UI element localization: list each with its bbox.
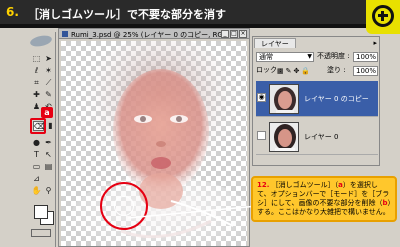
opacity-field[interactable]: 100% [353,52,378,62]
layer-thumbnail-art [270,123,298,151]
visibility-toggle[interactable] [257,131,266,140]
layer-thumbnail [269,122,299,152]
blend-mode-value: 通常 [259,53,273,61]
quick-mask-toggle[interactable] [31,229,51,237]
document-canvas[interactable] [61,41,247,246]
zoom-tool-icon[interactable]: ⚲ [43,186,54,196]
photoshop-doc-icon [62,31,68,37]
layer-name: レイヤー 0 [304,133,339,141]
instruction-callout: 12. ［消しゴムツール］（a）を選択して、オプションバーで［モード］を［ブラシ… [251,176,397,222]
step-number: 6. [6,5,19,19]
layer-row[interactable]: レイヤー 0 [256,119,378,155]
layer-thumbnail-art [270,85,298,113]
eye-icon[interactable]: ◉ [257,93,266,102]
instruction-banner: 6. ［消しゴムツール］で不要な部分を消す [0,0,400,28]
move-tool-icon[interactable]: ➤ [43,54,54,64]
portrait-photo [71,41,247,246]
gradient-tool-icon[interactable]: ▮ [45,121,56,131]
eraser-cursor [114,196,134,216]
opacity-value: 100% [356,53,377,61]
callout-number: 12. [257,181,270,189]
opacity-label: 不透明度 : [317,52,350,60]
path-selection-tool-icon[interactable]: ↖ [43,150,54,160]
minimize-icon[interactable]: _ [221,30,229,38]
layer-thumbnail [269,84,299,114]
marquee-tool-icon[interactable]: ⬚ [31,54,42,64]
pen-tool-icon[interactable]: ✒ [43,138,54,148]
magic-wand-tool-icon[interactable]: ✶ [43,66,54,76]
step-title: ［消しゴムツール］で不要な部分を消す [28,8,226,21]
hand-tool-icon[interactable]: ✋ [31,186,42,196]
healing-brush-tool-icon[interactable]: ✚ [31,90,42,100]
lock-icons[interactable]: ▦✎✥🔒 [277,67,312,75]
brush-tool-icon[interactable]: ✎ [43,90,54,100]
maximize-icon[interactable]: □ [230,30,238,38]
zoom-in-badge-icon [366,0,400,34]
chevron-down-icon: ▼ [307,53,312,60]
annotation-badge-a: a [41,107,53,118]
tab-layers[interactable]: レイヤー [254,38,296,48]
lasso-tool-icon[interactable]: ℓ [31,66,42,76]
eraser-tool-highlight [30,118,46,134]
blend-mode-select[interactable]: 通常 ▼ [256,52,314,62]
layers-panel: レイヤー ▸ 通常 ▼ 不透明度 : 100% ロック : ▦✎✥🔒 塗り : … [252,36,380,166]
document-window: Rumi_3.psd @ 25% (レイヤー 0 のコピー, RGB/8) _ … [58,28,250,247]
panel-menu-icon[interactable]: ▸ [373,39,377,47]
eyedropper-tool-icon[interactable]: ⊿ [31,174,42,184]
close-icon[interactable]: × [239,30,247,38]
fill-label: 塗り : [327,66,346,74]
crop-tool-icon[interactable]: ⌗ [31,78,42,88]
feather-logo-icon [29,33,53,49]
document-title: Rumi_3.psd @ 25% (レイヤー 0 のコピー, RGB/8) [71,31,221,39]
notes-tool-icon[interactable]: ▤ [43,162,54,172]
document-titlebar[interactable]: Rumi_3.psd @ 25% (レイヤー 0 のコピー, RGB/8) _ … [59,29,249,39]
dodge-tool-icon[interactable]: ● [31,138,42,148]
fill-field[interactable]: 100% [353,66,378,76]
callout-text-1: ［消しゴムツール］（ [271,181,339,189]
slice-tool-icon[interactable]: ⟋ [43,78,54,88]
layer-row[interactable]: ◉ レイヤー 0 のコピー [256,81,378,117]
shape-tool-icon[interactable]: ▭ [31,162,42,172]
fill-value: 100% [356,67,377,75]
foreground-color-swatch[interactable] [34,205,48,219]
layer-name: レイヤー 0 のコピー [304,95,369,103]
type-tool-icon[interactable]: T [31,150,42,160]
